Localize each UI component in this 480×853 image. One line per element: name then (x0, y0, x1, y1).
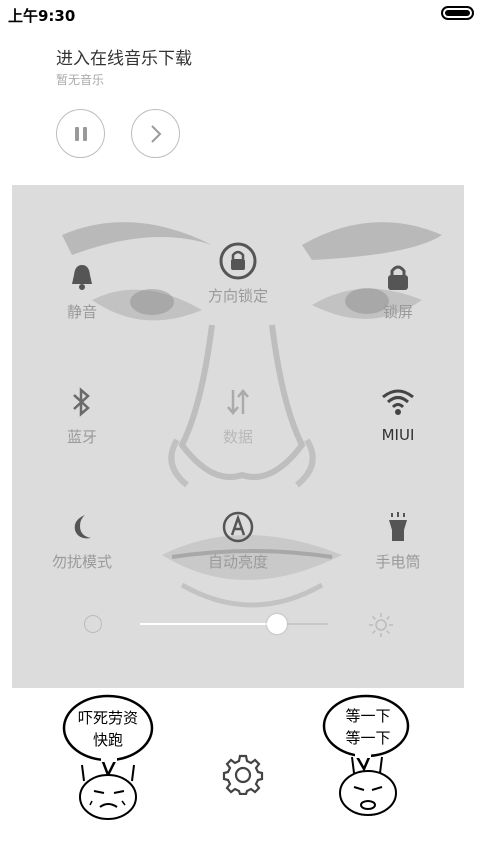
wifi-icon (382, 389, 414, 415)
left-meme-sticker: 吓死劳资 快跑 (62, 694, 154, 820)
tile-auto-brightness-label: 自动亮度 (207, 553, 268, 571)
tile-data-label: 数据 (222, 428, 253, 446)
tile-mute[interactable]: 静音 (17, 255, 147, 345)
tile-flashlight[interactable]: 手电筒 (333, 505, 463, 595)
next-button[interactable] (131, 109, 180, 158)
tile-rotation-lock[interactable]: 方向锁定 (173, 239, 303, 329)
rotation-lock-icon (219, 242, 257, 280)
settings-button[interactable] (222, 753, 264, 796)
pause-icon (74, 126, 87, 141)
left-meme-text-2: 快跑 (93, 731, 123, 749)
music-title[interactable]: 进入在线音乐下载 (56, 44, 192, 69)
tile-rotation-lock-label: 方向锁定 (207, 287, 268, 305)
status-time: 上午9:30 (8, 7, 76, 25)
brightness-fill (140, 623, 278, 625)
gear-icon (222, 754, 264, 796)
control-panel: 静音 方向锁定 锁屏 蓝牙 数据 MIUI 勿扰模式 自动亮度 手电筒 (12, 185, 464, 688)
brightness-low-icon (84, 615, 102, 633)
tile-bluetooth-label: 蓝牙 (66, 428, 97, 446)
tile-do-not-disturb[interactable]: 勿扰模式 (17, 505, 147, 595)
brightness-high-icon (369, 613, 393, 637)
tile-do-not-disturb-label: 勿扰模式 (51, 553, 112, 571)
auto-brightness-icon (222, 511, 254, 543)
tile-wifi[interactable]: MIUI (333, 380, 463, 470)
music-subtitle: 暂无音乐 (56, 73, 105, 87)
tile-bluetooth[interactable]: 蓝牙 (17, 380, 147, 470)
tile-lock-screen[interactable]: 锁屏 (333, 255, 463, 345)
moon-icon (74, 515, 91, 539)
brightness-slider[interactable] (140, 614, 328, 634)
tile-wifi-label: MIUI (381, 426, 415, 444)
tile-auto-brightness[interactable]: 自动亮度 (173, 505, 303, 595)
tile-data[interactable]: 数据 (173, 380, 303, 470)
right-meme-sticker: 等一下 等一下 (322, 694, 410, 816)
flashlight-icon (389, 512, 407, 541)
tile-lock-screen-label: 锁屏 (382, 303, 413, 321)
tile-mute-label: 静音 (66, 303, 97, 321)
right-meme-text-2: 等一下 (345, 729, 390, 747)
padlock-icon (388, 265, 408, 290)
data-arrows-icon (227, 389, 249, 415)
right-meme-text-1: 等一下 (345, 707, 390, 725)
pause-button[interactable] (56, 109, 105, 158)
bluetooth-icon (73, 387, 90, 417)
status-bar: 上午9:30 (0, 0, 480, 28)
left-meme-text-1: 吓死劳资 (78, 709, 138, 727)
bell-icon (72, 265, 92, 290)
tile-flashlight-label: 手电筒 (375, 553, 421, 571)
battery-icon (441, 6, 474, 20)
chevron-right-icon (150, 124, 161, 143)
